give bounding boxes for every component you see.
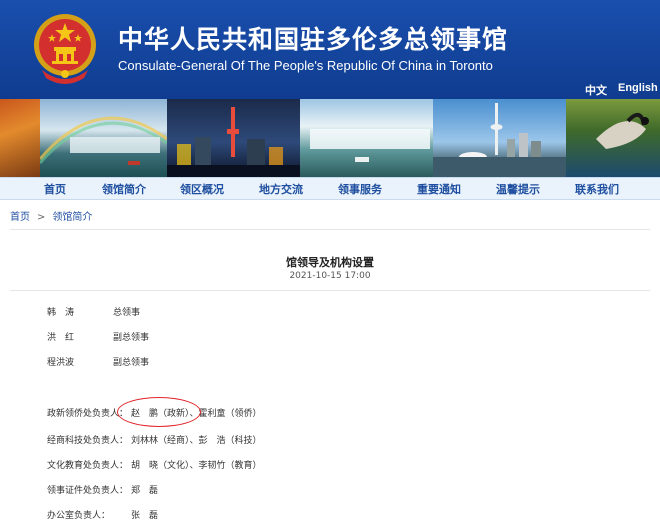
- nav-friendly-reminders[interactable]: 温馨提示: [496, 181, 540, 197]
- banner-photo-strip: [0, 99, 660, 177]
- department-label: 政新领侨处负责人：: [47, 409, 129, 419]
- department-people: 刘林林（经商）、彭 浩（科技）: [131, 436, 262, 446]
- breadcrumb: 首页 > 领馆简介: [10, 208, 92, 223]
- nav-home[interactable]: 首页: [44, 181, 66, 197]
- nav-local-exchange[interactable]: 地方交流: [259, 181, 303, 197]
- main-navigation: 首页 领馆简介 领区概况 地方交流 领事服务 重要通知 温馨提示 联系我们: [0, 177, 660, 200]
- niagara-falls-rainbow-photo: [40, 99, 167, 177]
- department-people: 胡 晓（文化）、李韧竹（教育）: [131, 461, 262, 471]
- nav-consular-services[interactable]: 领事服务: [338, 181, 382, 197]
- autumn-maple-photo: [0, 99, 40, 177]
- leader-name: 洪 红: [47, 333, 75, 343]
- niagara-falls-boat-photo: [300, 99, 433, 177]
- leader-name: 韩 涛: [47, 308, 75, 318]
- nav-important-notices[interactable]: 重要通知: [417, 181, 461, 197]
- language-chinese-link[interactable]: 中文: [585, 82, 607, 98]
- national-emblem-icon: [34, 14, 96, 84]
- site-title-english: Consulate-General Of The People's Republ…: [118, 58, 493, 73]
- department-label: 办公室负责人：: [47, 511, 111, 521]
- breadcrumb-home[interactable]: 首页: [10, 212, 30, 223]
- department-label: 文化教育处负责人：: [47, 461, 129, 471]
- department-label: 领事证件处负责人：: [47, 486, 129, 496]
- nav-consulate-intro[interactable]: 领馆简介: [102, 181, 146, 197]
- leader-role: 副总领事: [113, 333, 150, 343]
- canada-goose-photo: [566, 99, 660, 177]
- goose-icon: [596, 113, 649, 149]
- breadcrumb-separator: >: [37, 212, 46, 223]
- toronto-cn-tower-photo: [433, 99, 566, 177]
- cn-tower-icon: [433, 103, 566, 177]
- article-title: 馆领导及机构设置: [286, 256, 374, 269]
- breadcrumb-current[interactable]: 领馆简介: [52, 212, 92, 223]
- leader-name: 程洪波: [47, 358, 75, 368]
- red-circle-annotation: [117, 397, 201, 427]
- leader-role: 总领事: [113, 308, 141, 318]
- site-header: 中华人民共和国驻多伦多总领事馆 Consulate-General Of The…: [0, 0, 660, 99]
- department-people: 张 磊: [131, 511, 159, 521]
- toronto-night-skyline-photo: [167, 99, 300, 177]
- divider: [10, 290, 650, 291]
- language-english-link[interactable]: English: [618, 82, 658, 94]
- site-title-chinese: 中华人民共和国驻多伦多总领事馆: [118, 25, 509, 54]
- article-date: 2021-10-15 17:00: [289, 271, 371, 281]
- department-label: 经商科技处负责人：: [47, 436, 129, 446]
- nav-district-overview[interactable]: 领区概况: [180, 181, 224, 197]
- skyline-night-icon: [167, 107, 300, 177]
- rainbow-icon: [40, 116, 167, 165]
- leader-role: 副总领事: [113, 358, 150, 368]
- department-people: 郑 磊: [131, 486, 159, 496]
- divider: [10, 229, 650, 230]
- nav-contact-us[interactable]: 联系我们: [575, 181, 619, 197]
- waterfall-icon: [310, 129, 430, 162]
